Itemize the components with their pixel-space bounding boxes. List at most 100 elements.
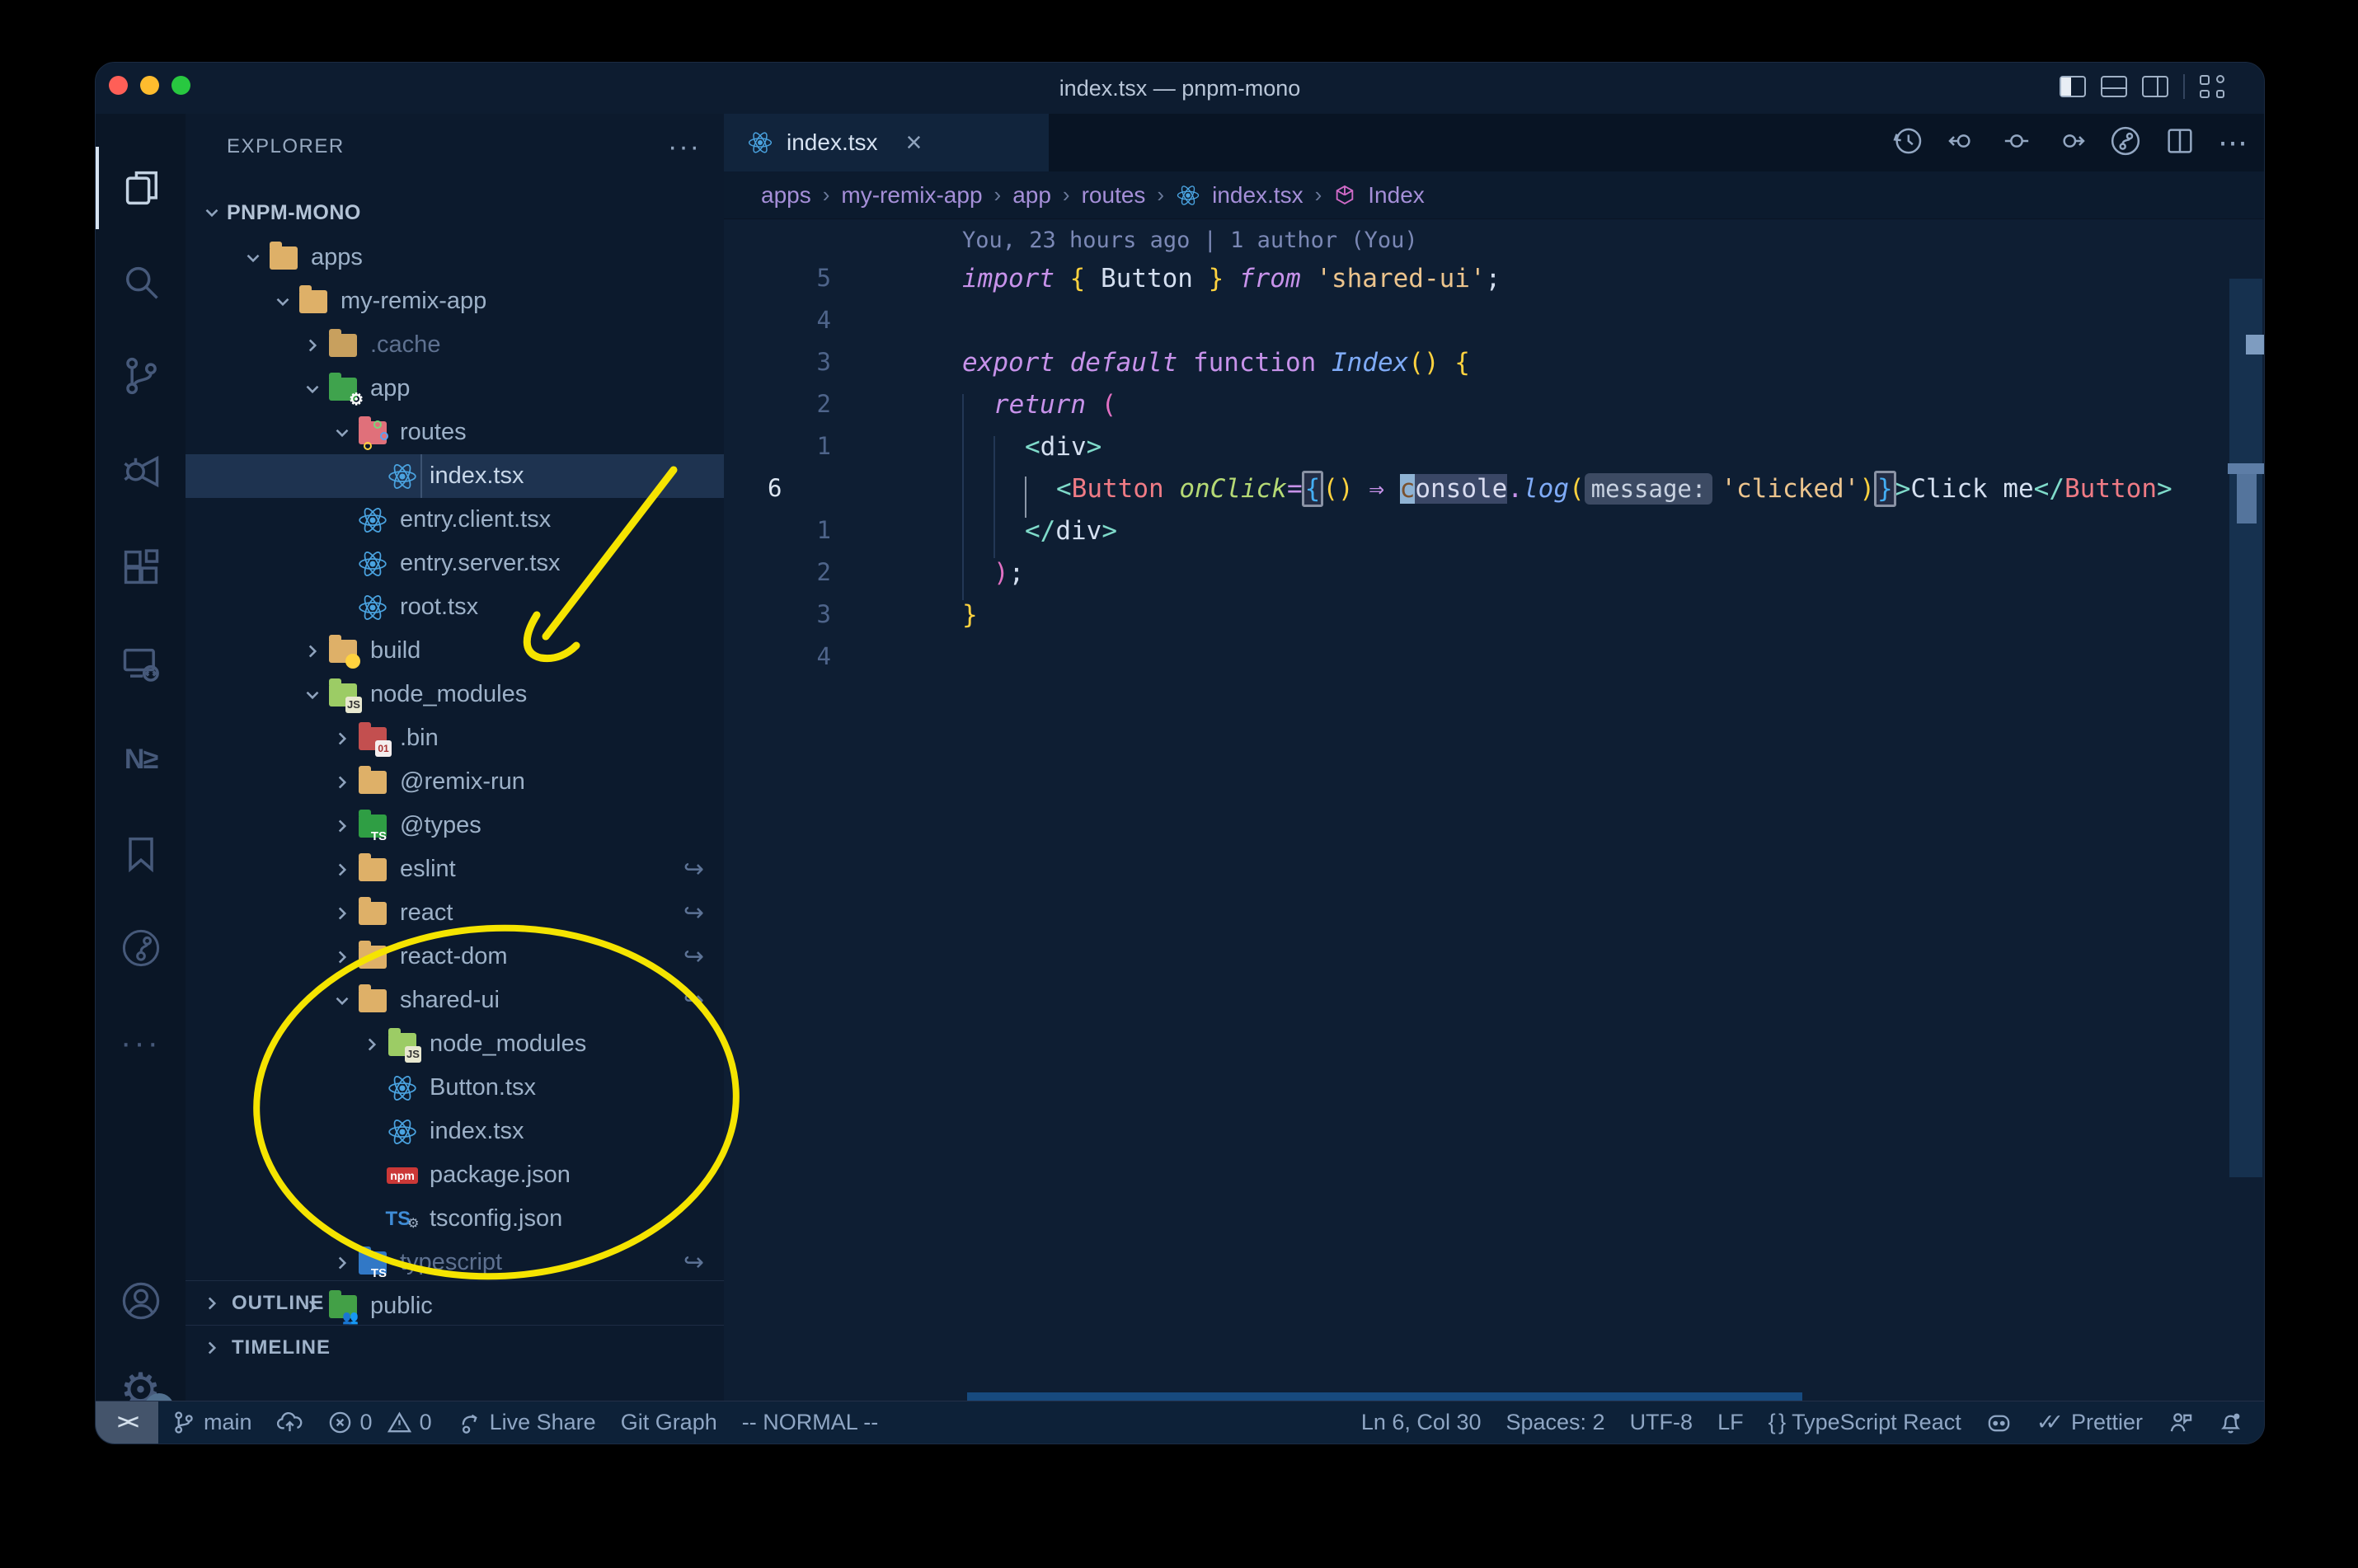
tree-item-build[interactable]: build (186, 629, 724, 673)
nx-console-icon[interactable]: N≥ (96, 718, 186, 800)
change-icon[interactable] (2000, 124, 2033, 162)
code-editor[interactable]: 5 4 3 2 1 6 1 2 3 4 You, 23 hours ago | … (724, 219, 2228, 1414)
symlink-arrow-icon: ↪ (683, 987, 704, 1014)
tab-index-tsx[interactable]: index.tsx × (724, 114, 1049, 171)
tree-item-react-dom[interactable]: react-dom ↪ (186, 935, 724, 979)
vertical-scrollbar-thumb[interactable] (2229, 279, 2262, 1177)
git-branch-item[interactable]: main (158, 1410, 265, 1435)
tree-item-remix-run[interactable]: @remix-run (186, 760, 724, 804)
formatter-item[interactable]: ✓✓ Prettier (2024, 1410, 2155, 1435)
tree-item-my-remix-app[interactable]: my-remix-app (186, 279, 724, 323)
timeline-history-icon[interactable] (1891, 124, 1924, 162)
line-number: 1 (816, 432, 831, 460)
encoding-item[interactable]: UTF-8 (1618, 1410, 1706, 1435)
breadcrumb-index-symbol[interactable]: Index (1368, 182, 1425, 209)
breadcrumb-my-remix-app[interactable]: my-remix-app (841, 182, 982, 209)
breadcrumb-index-tsx[interactable]: index.tsx (1212, 182, 1303, 209)
copilot-icon (1988, 1415, 2010, 1432)
tree-item-entry-client[interactable]: entry.client.tsx (186, 498, 724, 542)
tree-item-routes[interactable]: routes (186, 411, 724, 454)
divider (2183, 74, 2185, 99)
customize-layout-icon[interactable] (2200, 75, 2224, 98)
feedback-item[interactable] (2155, 1410, 2205, 1435)
line-number: 3 (816, 600, 831, 628)
warnings-icon (387, 1411, 411, 1433)
explorer-title: EXPLORER (227, 135, 345, 157)
source-control-icon[interactable] (96, 335, 186, 417)
tree-item-index-tsx[interactable]: index.tsx (186, 454, 724, 498)
tree-item-shared-ui[interactable]: shared-ui ↪ (186, 979, 724, 1022)
folder-app-icon: ⚙ (327, 372, 364, 409)
chevron-right-icon: › (1314, 182, 1322, 207)
tree-item-bin[interactable]: 01 .bin (186, 716, 724, 760)
vim-block-cursor: c (1399, 473, 1416, 504)
tree-item-root-tsx[interactable]: root.tsx (186, 585, 724, 629)
folder-build-icon (327, 634, 360, 669)
vim-mode-indicator[interactable]: -- NORMAL -- (730, 1410, 890, 1435)
breadcrumb-app[interactable]: app (1012, 182, 1051, 209)
more-views-icon[interactable]: ··· (96, 1002, 186, 1084)
tree-item-entry-server[interactable]: entry.server.tsx (186, 542, 724, 585)
search-icon[interactable] (96, 242, 186, 324)
gitlens-blame-annotation[interactable]: You, 23 hours ago | 1 author (You) (962, 219, 1418, 261)
code-line-button: < Button onClick ={() ⇒ c onsole. log(messag… (1056, 467, 2172, 509)
workspace-root[interactable]: PNPM-MONO (186, 190, 724, 236)
tree-item-tsconfig-json[interactable]: TS ⚙ tsconfig.json (186, 1197, 724, 1241)
symlink-arrow-icon: ↪ (683, 856, 704, 883)
tree-item-button-tsx[interactable]: Button.tsx (186, 1066, 724, 1110)
cursor-position-item[interactable]: Ln 6, Col 30 (1349, 1410, 1494, 1435)
explorer-icon[interactable] (96, 147, 186, 229)
tree-item-package-json[interactable]: npm package.json (186, 1153, 724, 1197)
gitlens-icon[interactable] (96, 907, 186, 989)
close-tab-icon[interactable]: × (906, 127, 923, 159)
previous-change-icon[interactable] (1946, 124, 1979, 162)
cloud-upload-icon (276, 1412, 302, 1432)
next-change-icon[interactable] (2055, 124, 2088, 162)
tree-item-apps[interactable]: apps (186, 236, 724, 279)
folder-icon (357, 984, 388, 1015)
timeline-section[interactable]: TIMELINE (186, 1325, 724, 1369)
current-line-number: 6 (768, 474, 782, 502)
tree-item-node-modules[interactable]: JS node_modules (186, 673, 724, 716)
tree-item-eslint[interactable]: eslint ↪ (186, 847, 724, 891)
tree-item-react[interactable]: react ↪ (186, 891, 724, 935)
more-actions-icon[interactable]: ⋯ (2218, 125, 2248, 160)
code-line-import: import { Button } from 'shared-ui'; (962, 263, 1501, 293)
toggle-panel-icon[interactable] (2101, 76, 2127, 97)
account-icon[interactable] (96, 1260, 186, 1342)
line-number: 2 (816, 390, 831, 418)
live-share-item[interactable]: Live Share (444, 1410, 608, 1435)
folder-icon (327, 328, 359, 359)
toggle-secondary-sidebar-icon[interactable] (2142, 76, 2168, 97)
gitlens-graph-icon[interactable] (2109, 124, 2142, 162)
problems-item[interactable]: 0 0 (315, 1410, 444, 1435)
publish-changes-item[interactable] (265, 1410, 315, 1435)
eol-item[interactable]: LF (1705, 1410, 1756, 1435)
folder-icon (357, 896, 388, 927)
tree-item-typescript[interactable]: TS typescript ↪ (186, 1241, 724, 1284)
indentation-item[interactable]: Spaces: 2 (1493, 1410, 1617, 1435)
breadcrumb-apps[interactable]: apps (761, 182, 811, 209)
run-debug-icon[interactable] (96, 430, 186, 513)
tree-item-shared-ui-index-tsx[interactable]: index.tsx (186, 1110, 724, 1153)
tree-item-app[interactable]: ⚙ app (186, 367, 724, 411)
activity-bar: N≥ ··· ⚙ 1 (96, 114, 186, 1423)
vertical-scrollbar[interactable] (2228, 219, 2264, 1414)
remote-explorer-icon[interactable] (96, 623, 186, 706)
bookmarks-icon[interactable] (96, 813, 186, 895)
split-editor-icon[interactable] (2163, 124, 2196, 162)
git-graph-item[interactable]: Git Graph (608, 1410, 730, 1435)
toggle-sidebar-icon[interactable] (2060, 76, 2086, 97)
tree-item-cache[interactable]: .cache (186, 323, 724, 367)
language-mode-item[interactable]: { } TypeScript React (1756, 1410, 1974, 1435)
outline-section[interactable]: OUTLINE (186, 1280, 724, 1325)
symbol-cube-icon (1333, 184, 1356, 207)
extensions-icon[interactable] (96, 526, 186, 608)
tree-item-shared-ui-node-modules[interactable]: JS node_modules (186, 1022, 724, 1066)
explorer-more-actions-icon[interactable]: ··· (668, 131, 701, 163)
copilot-item[interactable] (1974, 1410, 2024, 1435)
tree-item-types[interactable]: TS @types (186, 804, 724, 847)
breadcrumb-routes[interactable]: routes (1082, 182, 1146, 209)
remote-indicator[interactable]: >< (96, 1401, 158, 1444)
notifications-item[interactable] (2205, 1410, 2256, 1435)
